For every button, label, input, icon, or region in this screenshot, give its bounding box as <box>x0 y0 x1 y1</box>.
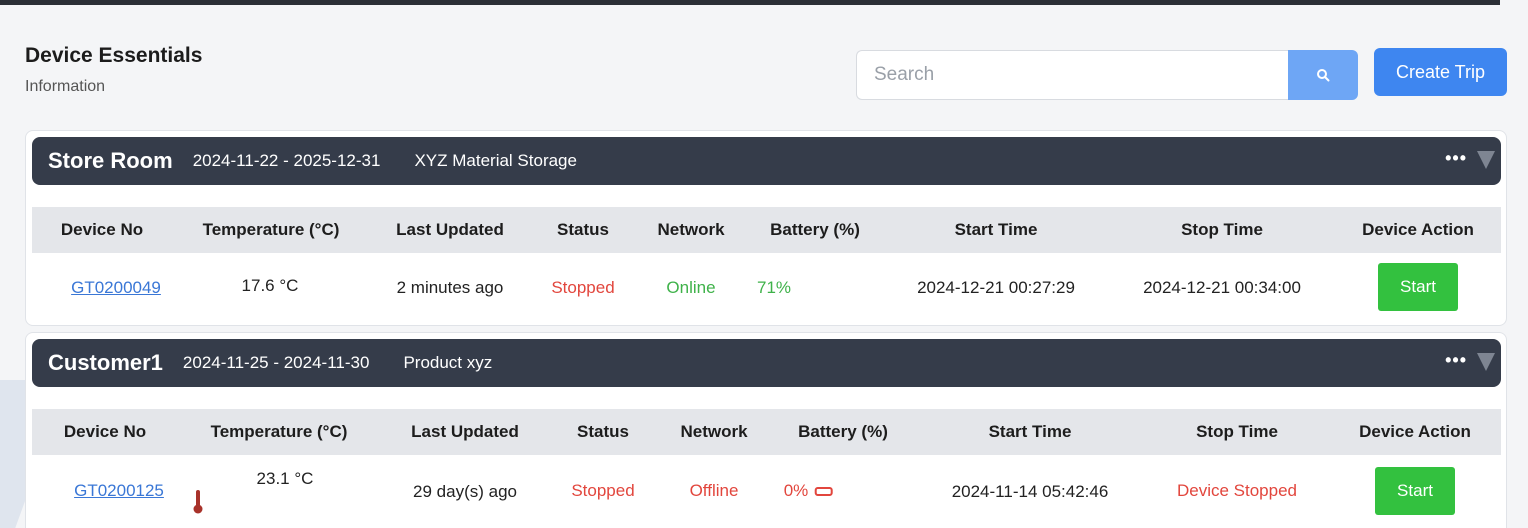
start-button[interactable]: Start <box>1378 263 1458 311</box>
more-options-icon[interactable]: ••• <box>1445 350 1467 371</box>
temperature-value: 23.1 °C <box>256 469 314 488</box>
trip-name: Customer1 <box>48 350 163 375</box>
stop-time-value: 2024-12-21 00:34:00 <box>1143 278 1301 297</box>
status-value: Stopped <box>551 278 615 297</box>
col-start-time: Start Time <box>954 220 1038 239</box>
col-device-action: Device Action <box>1359 422 1471 441</box>
battery-value: 71% <box>756 278 792 297</box>
col-device-no: Device No <box>60 220 144 239</box>
thermometer-icon <box>193 490 203 514</box>
trip-dates: 2024-11-22 - 2025-12-31 <box>192 151 381 170</box>
page-title: Device Essentials <box>25 44 203 67</box>
col-stop-time: Stop Time <box>1181 220 1263 239</box>
device-no-link[interactable]: GT0200125 <box>74 481 164 501</box>
search-bar <box>856 50 1358 100</box>
battery-value: 0% <box>783 481 809 500</box>
col-temperature: Temperature (°C) <box>202 220 340 239</box>
col-last-updated: Last Updated <box>396 220 504 239</box>
more-options-icon[interactable]: ••• <box>1445 148 1467 169</box>
table-header: Device No Temperature (°C) Last Updated … <box>32 409 1501 455</box>
col-battery: Battery (%) <box>770 220 860 239</box>
col-last-updated: Last Updated <box>411 422 519 441</box>
search-button[interactable] <box>1288 50 1358 100</box>
search-icon <box>1317 69 1330 82</box>
create-trip-button[interactable]: Create Trip <box>1374 48 1507 96</box>
start-time-value: 2024-11-14 05:42:46 <box>951 482 1109 501</box>
table-row: GT0200125 23.1 °C 29 day(s) ago Stopped … <box>32 455 1501 525</box>
trip-description: Product xyz <box>403 353 493 372</box>
trip-name: Store Room <box>48 148 173 173</box>
top-border <box>0 0 1500 5</box>
col-temperature: Temperature (°C) <box>210 422 348 441</box>
stop-time-value: Device Stopped <box>1176 481 1298 500</box>
col-device-action: Device Action <box>1362 220 1474 239</box>
page-header: Device Essentials Information <box>25 44 202 96</box>
network-value: Online <box>666 278 716 297</box>
battery-cell: 0% <box>784 481 833 501</box>
status-value: Stopped <box>571 481 635 500</box>
trip-header: Store Room 2024-11-22 - 2025-12-31 XYZ M… <box>32 137 1501 185</box>
col-status: Status <box>557 220 609 239</box>
table-header: Device No Temperature (°C) Last Updated … <box>32 207 1501 253</box>
trip-header: Customer1 2024-11-25 - 2024-11-30 Produc… <box>32 339 1501 387</box>
trip-card-store-room: Store Room 2024-11-22 - 2025-12-31 XYZ M… <box>25 130 1507 326</box>
trip-card-customer1: Customer1 2024-11-25 - 2024-11-30 Produc… <box>25 332 1507 528</box>
page-subtitle: Information <box>25 78 106 95</box>
trip-description: XYZ Material Storage <box>414 151 577 170</box>
col-start-time: Start Time <box>988 422 1072 441</box>
col-network: Network <box>657 220 725 239</box>
col-stop-time: Stop Time <box>1196 422 1278 441</box>
collapse-caret-icon[interactable] <box>1477 151 1495 169</box>
last-updated-value: 29 day(s) ago <box>413 482 517 501</box>
col-network: Network <box>680 422 748 441</box>
trip-dates: 2024-11-25 - 2024-11-30 <box>182 353 370 372</box>
device-no-link[interactable]: GT0200049 <box>71 278 161 298</box>
search-input[interactable] <box>856 50 1288 100</box>
col-device-no: Device No <box>63 422 147 441</box>
col-battery: Battery (%) <box>798 422 888 441</box>
collapse-caret-icon[interactable] <box>1477 353 1495 371</box>
table-row: GT0200049 17.6 °C 2 minutes ago Stopped … <box>32 253 1501 323</box>
network-value: Offline <box>689 481 739 500</box>
start-time-value: 2024-12-21 00:27:29 <box>917 278 1075 297</box>
battery-empty-icon <box>814 487 833 497</box>
start-button[interactable]: Start <box>1375 467 1455 515</box>
col-status: Status <box>577 422 629 441</box>
temperature-value: 17.6 °C <box>241 276 299 295</box>
last-updated-value: 2 minutes ago <box>396 278 504 297</box>
